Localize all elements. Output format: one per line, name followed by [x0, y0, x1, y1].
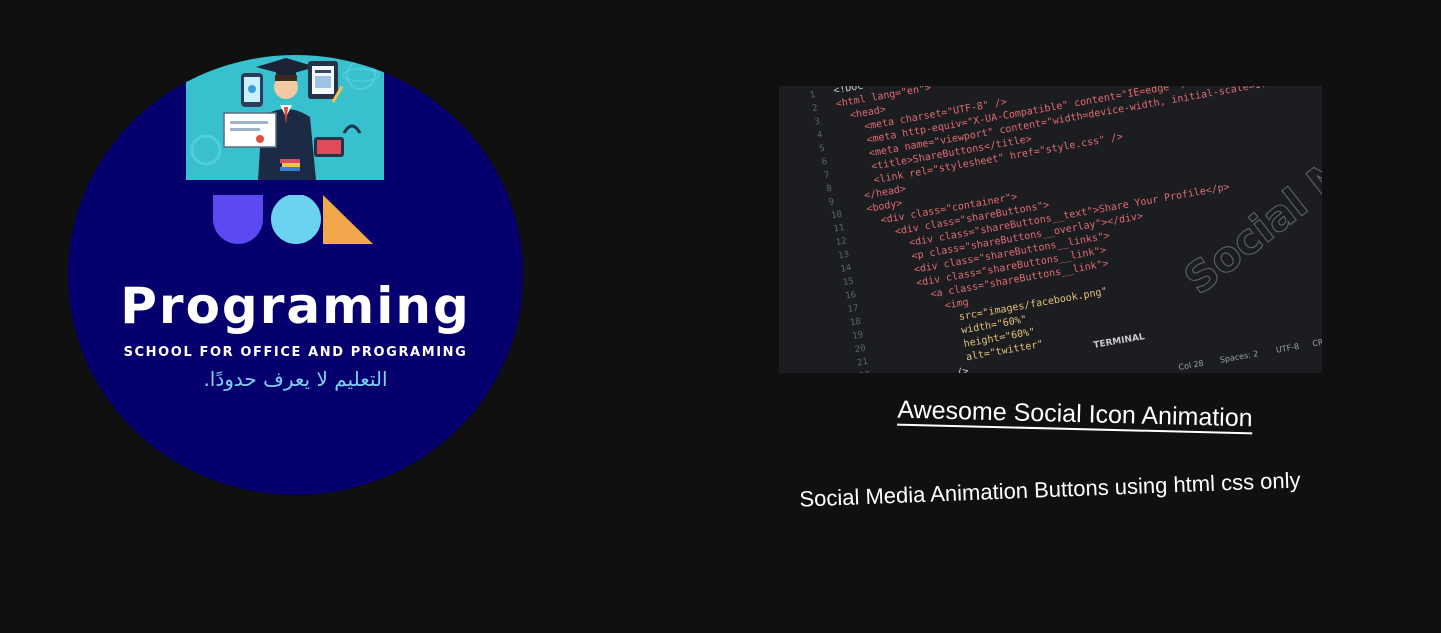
circle-shape	[271, 195, 321, 244]
code-line-number: 17	[847, 303, 859, 315]
logo-tagline: التعليم لا يعرف حدودًا.	[203, 367, 388, 391]
graduate-illustration	[186, 55, 384, 180]
page: Programing SCHOOL FOR OFFICE AND PROGRAM…	[0, 0, 1441, 633]
code-line-number: 21	[856, 357, 868, 369]
logo-subtitle: SCHOOL FOR OFFICE AND PROGRAMING	[123, 345, 468, 360]
code-screenshot-image[interactable]: 1 <!DOC 2 <html lang="en"> 3 <head> 4 <meta c…	[779, 86, 1322, 373]
school-logo: Programing SCHOOL FOR OFFICE AND PROGRAM…	[68, 55, 523, 495]
code-line-number: 20	[854, 344, 866, 356]
article-description: Social Media Animation Buttons using htm…	[798, 467, 1301, 512]
code-line-number: 15	[842, 277, 854, 289]
code-line-number: 11	[833, 223, 845, 235]
code-line-number: 16	[845, 290, 857, 302]
u-shape	[213, 195, 263, 244]
triangle-shape	[323, 195, 373, 244]
code-line-number: 13	[838, 250, 850, 262]
code-line-number: 12	[835, 236, 847, 248]
logo-shapes	[213, 195, 373, 244]
article-title-link[interactable]: Awesome Social Icon Animation	[870, 395, 1281, 434]
code-line-number: 10	[830, 210, 842, 222]
code-line-number: 18	[849, 317, 861, 329]
logo-title: Programing	[120, 277, 471, 335]
code-line-number: 14	[840, 263, 852, 275]
code-line-number: 19	[852, 330, 864, 342]
